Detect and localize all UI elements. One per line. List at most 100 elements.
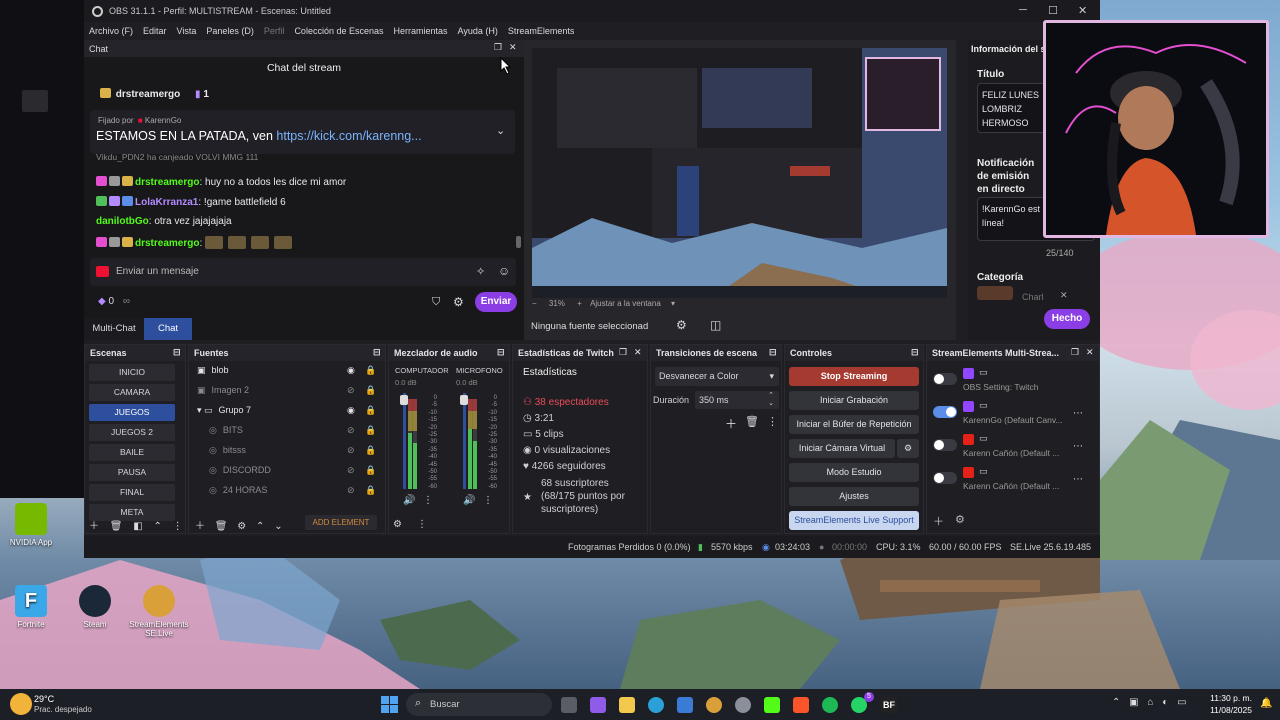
channel-points[interactable]: ◆ 0 ∞ xyxy=(98,296,130,307)
source-item[interactable]: ◎ 24 HORAS ⊘ 🔒 xyxy=(209,485,389,496)
close-dock-icon[interactable]: ✕ xyxy=(509,42,517,53)
scene-item[interactable]: JUEGOS 2 xyxy=(89,424,175,441)
add-scene-icon[interactable]: ＋ xyxy=(89,521,99,532)
desktop-icon-streamelements[interactable]: StreamElements SE.Live xyxy=(129,585,189,638)
menu-item[interactable]: StreamElements xyxy=(508,26,575,36)
menu-item[interactable]: Colección de Escenas xyxy=(294,26,383,36)
tab-multichat[interactable]: Multi-Chat xyxy=(84,318,144,340)
hidden-eye-icon[interactable]: ⊘ xyxy=(347,445,355,456)
virtual-camera-button[interactable]: Iniciar Cámara Virtual xyxy=(789,439,895,458)
scene-item[interactable]: JUEGOS xyxy=(89,404,175,421)
spotify-icon[interactable] xyxy=(822,697,838,713)
stream-toggle[interactable] xyxy=(933,406,957,418)
source-item[interactable]: ▾ ▭ Grupo 7 ◉ 🔒 xyxy=(197,405,377,416)
channel-menu-icon[interactable]: ⋮ xyxy=(423,495,433,506)
battery-icon[interactable]: ▭ xyxy=(1177,697,1186,708)
streamelements-taskbar-icon[interactable] xyxy=(706,697,722,713)
lock-icon[interactable]: 🔒 xyxy=(365,445,376,456)
stop-streaming-button[interactable]: Stop Streaming xyxy=(789,367,919,386)
chat-scrollbar[interactable] xyxy=(516,236,521,248)
hidden-eye-icon[interactable]: ⊘ xyxy=(347,465,355,476)
studio-mode-button[interactable]: Modo Estudio xyxy=(789,463,919,482)
destination-menu-icon[interactable]: ⋯ xyxy=(1073,474,1083,485)
stream-toggle[interactable] xyxy=(933,439,957,451)
copilot-icon[interactable] xyxy=(590,697,606,713)
scene-item[interactable]: INICIO xyxy=(89,364,175,381)
chevron-up-icon[interactable]: ⌃ xyxy=(1112,697,1120,708)
settings-taskbar-icon[interactable] xyxy=(735,697,751,713)
zoom-controls[interactable]: − 31% + Ajustar a la ventana ▾ xyxy=(532,299,675,308)
clock-time[interactable]: 11:30 p. m. xyxy=(1210,693,1252,703)
destination-menu-icon[interactable]: ⋯ xyxy=(1073,441,1083,452)
pinned-message[interactable]: Fijado por ■ KarennGo ESTAMOS EN LA PATA… xyxy=(90,110,515,154)
stream-toggle[interactable] xyxy=(933,472,957,484)
kick-taskbar-icon[interactable] xyxy=(764,697,780,713)
source-properties-icon[interactable]: ⚙ xyxy=(676,318,687,332)
chat-input[interactable]: Enviar un mensaje ✧ ☺ xyxy=(90,258,516,286)
source-item[interactable]: ◎ DISCORDD ⊘ 🔒 xyxy=(209,465,389,476)
dock-menu-icon[interactable]: ⊟ xyxy=(911,347,919,358)
edge-icon[interactable] xyxy=(648,697,664,713)
windows-start-icon[interactable] xyxy=(381,696,398,713)
maximize-button[interactable]: ☐ xyxy=(1048,4,1058,17)
remove-scene-icon[interactable]: 🗑 xyxy=(110,521,123,532)
gear-icon[interactable]: ⚙ xyxy=(453,295,464,309)
source-item[interactable]: ◎ BITS ⊘ 🔒 xyxy=(209,425,389,436)
destination-menu-icon[interactable]: ⋯ xyxy=(1073,408,1083,419)
top-chatter[interactable]: drstreamergo ▮ 1 xyxy=(100,88,209,100)
scene-item[interactable]: BAILE xyxy=(89,444,175,461)
close-dock-icon[interactable]: ✕ xyxy=(634,347,642,358)
speaker-icon[interactable]: 🔊 xyxy=(403,495,415,506)
brave-icon[interactable] xyxy=(793,697,809,713)
remove-source-icon[interactable]: 🗑 xyxy=(215,521,228,532)
eye-icon[interactable]: ◉ xyxy=(347,365,355,376)
scene-item[interactable]: CAMARA xyxy=(89,384,175,401)
volume-icon[interactable]: ◐ xyxy=(1162,697,1168,708)
dock-menu-icon[interactable]: ⊟ xyxy=(497,347,505,358)
advanced-audio-icon[interactable]: ⚙ xyxy=(393,519,402,530)
menu-item[interactable]: Editar xyxy=(143,26,167,36)
chat-username[interactable]: danilotbGo xyxy=(96,216,149,227)
file-explorer-icon[interactable] xyxy=(619,697,635,713)
category-value[interactable]: Charl xyxy=(1022,292,1044,302)
move-up-icon[interactable]: ⌃ xyxy=(256,521,264,532)
source-settings-icon[interactable]: ⚙ xyxy=(237,521,246,532)
stats-tab[interactable]: Estadísticas xyxy=(523,367,577,378)
clear-category-icon[interactable]: ✕ xyxy=(1060,290,1068,301)
dock-menu-icon[interactable]: ⊟ xyxy=(769,347,777,358)
menu-item[interactable]: Herramientas xyxy=(394,26,448,36)
battlefield-icon[interactable]: BF xyxy=(881,697,897,713)
transition-menu-icon[interactable]: ⋮ xyxy=(767,415,778,428)
lock-icon[interactable]: 🔒 xyxy=(365,365,376,376)
add-source-icon[interactable]: ＋ xyxy=(195,521,205,532)
store-icon[interactable] xyxy=(677,697,693,713)
lock-icon[interactable]: 🔒 xyxy=(365,425,376,436)
task-view-icon[interactable] xyxy=(561,697,577,713)
move-up-icon[interactable]: ⌃ xyxy=(154,521,162,532)
speaker-icon[interactable]: 🔊 xyxy=(463,495,475,506)
source-item[interactable]: ▣ blob ◉ 🔒 xyxy=(197,365,377,376)
preview-canvas[interactable] xyxy=(532,48,947,298)
send-button[interactable]: Enviar xyxy=(475,292,517,312)
zoom-in-icon[interactable]: + xyxy=(577,299,582,308)
remove-transition-icon[interactable]: 🗑 xyxy=(745,415,759,428)
lock-icon[interactable]: 🔒 xyxy=(365,485,376,496)
chevron-down-icon[interactable]: ▾ xyxy=(671,299,675,308)
source-filters-icon[interactable]: ◫ xyxy=(710,318,721,332)
duration-input[interactable]: 350 ms ⌃ ⌄ xyxy=(695,391,779,409)
mixer-menu-icon[interactable]: ⋮ xyxy=(417,519,427,530)
desktop-icon-nvidia[interactable]: NVIDIA App xyxy=(1,503,61,547)
menu-item[interactable]: Paneles (D) xyxy=(206,26,254,36)
dock-menu-icon[interactable]: ⊟ xyxy=(173,347,181,358)
menu-item[interactable]: Vista xyxy=(177,26,197,36)
gear-icon[interactable]: ⚙ xyxy=(955,513,965,526)
desktop-icon-fortnite[interactable]: F Fortnite xyxy=(1,585,61,629)
magic-icon[interactable]: ✧ xyxy=(476,265,485,278)
close-window-button[interactable]: ✕ xyxy=(1078,4,1087,17)
taskbar-search[interactable]: ⌕ Buscar xyxy=(406,693,552,716)
shield-icon[interactable]: ⛉ xyxy=(432,296,440,309)
done-button[interactable]: Hecho xyxy=(1044,309,1090,329)
chevron-down-icon[interactable]: ⌄ xyxy=(496,124,505,137)
weather-temp[interactable]: 29°C xyxy=(34,694,54,704)
add-element-button[interactable]: ADD ELEMENT xyxy=(305,515,377,530)
